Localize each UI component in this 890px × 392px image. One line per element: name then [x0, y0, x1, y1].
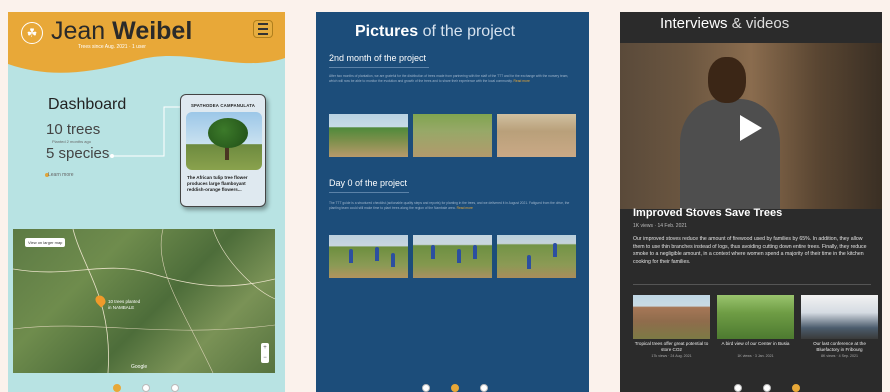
section-title-month2: 2nd month of the project [329, 53, 427, 63]
location-map[interactable]: View on larger map 10 trees planted in NA… [13, 229, 275, 373]
map-zoom-control[interactable]: + − [261, 343, 269, 363]
species-count: 5 species [46, 145, 110, 162]
related-video-thumbnail[interactable] [801, 295, 878, 339]
section-text-day0: The TTT guide is a structured checklist … [329, 201, 570, 211]
project-photo[interactable] [329, 235, 408, 278]
project-photo[interactable] [413, 235, 492, 278]
interviews-title: Interviews & videos [660, 15, 790, 32]
pictures-panel: Pictures of the project 2nd month of the… [316, 12, 589, 392]
video-description: Our improved stoves reduce the amount of… [633, 236, 867, 265]
pager-dot[interactable] [171, 384, 179, 392]
profile-name: Jean Weibel [51, 17, 193, 45]
species-card-photo [186, 112, 262, 170]
panel2-pager [422, 384, 488, 392]
pager-dot[interactable] [422, 384, 430, 392]
pager-dot[interactable] [763, 384, 771, 392]
pager-dot[interactable] [142, 384, 150, 392]
section-divider [329, 67, 429, 68]
related-video-caption[interactable]: Tropical trees offer great potential to … [633, 341, 710, 353]
project-photo[interactable] [497, 235, 576, 278]
panel1-pager [113, 384, 179, 392]
project-photo[interactable] [329, 114, 408, 157]
related-video-thumbnail[interactable] [633, 295, 710, 339]
dashboard-panel: ☘ Jean Weibel Trees since Aug. 2021 · 1 … [8, 12, 285, 392]
hamburger-menu-icon[interactable] [253, 20, 273, 38]
google-attribution: Google [131, 364, 148, 370]
pager-dot[interactable] [792, 384, 800, 392]
related-video-meta: 17k views · 24 Aug. 2021 [651, 354, 692, 358]
map-roads [13, 229, 275, 373]
larger-map-link[interactable]: View on larger map [25, 238, 66, 247]
trees-subtext: Planted 2 months ago [52, 139, 91, 144]
video-meta: 1K views · 14 Feb. 2021 [633, 223, 687, 229]
project-photo[interactable] [413, 114, 492, 157]
interviews-panel: Interviews & videos Improved Stoves Save… [620, 12, 882, 392]
screenshot-page: ☘ Jean Weibel Trees since Aug. 2021 · 1 … [0, 0, 890, 392]
trees-count: 10 trees [46, 121, 101, 138]
project-photo[interactable] [497, 114, 576, 157]
species-card-caption: The African tulip tree flower produces l… [187, 175, 248, 193]
pictures-title: Pictures of the project [355, 23, 516, 40]
read-more-link[interactable]: Read more [457, 206, 473, 210]
related-video-meta: 8K views · 4 Sep. 2021 [821, 354, 858, 358]
section-title-day0: Day 0 of the project [329, 178, 408, 188]
video-player[interactable] [620, 43, 882, 209]
pager-dot[interactable] [734, 384, 742, 392]
panel3-pager [734, 384, 800, 392]
zoom-out-button[interactable]: − [261, 353, 269, 363]
section-divider [633, 284, 871, 285]
dashboard-title: Dashboard [48, 96, 127, 113]
species-card[interactable]: SPATHODEA CAMPANULATA The African tulip … [180, 94, 266, 207]
pager-dot[interactable] [113, 384, 121, 392]
map-pin-label: 10 trees planted in NAMBALE [108, 299, 141, 311]
profile-subtitle: Trees since Aug. 2021 · 1 user [78, 44, 146, 50]
section-divider [329, 192, 409, 193]
read-more-link[interactable]: Read more [514, 79, 530, 83]
related-video-thumbnail[interactable] [717, 295, 794, 339]
pager-dot[interactable] [451, 384, 459, 392]
zoom-in-button[interactable]: + [261, 343, 269, 353]
learn-more-link[interactable]: Learn more [48, 172, 74, 178]
pager-dot[interactable] [480, 384, 488, 392]
related-video-meta: 1K views · 3 Jan. 2021 [737, 354, 774, 358]
related-video-caption[interactable]: A bird view of our Center in Busia [717, 341, 794, 347]
related-video-caption[interactable]: Our last conference at the Bluefactory i… [801, 341, 878, 353]
play-icon[interactable] [729, 109, 767, 147]
section-text-month2: After two months of plantation, we are g… [329, 74, 569, 84]
video-title[interactable]: Improved Stoves Save Trees [633, 207, 782, 219]
species-card-title: SPATHODEA CAMPANULATA [190, 103, 256, 108]
logo-icon[interactable]: ☘ [21, 22, 43, 44]
